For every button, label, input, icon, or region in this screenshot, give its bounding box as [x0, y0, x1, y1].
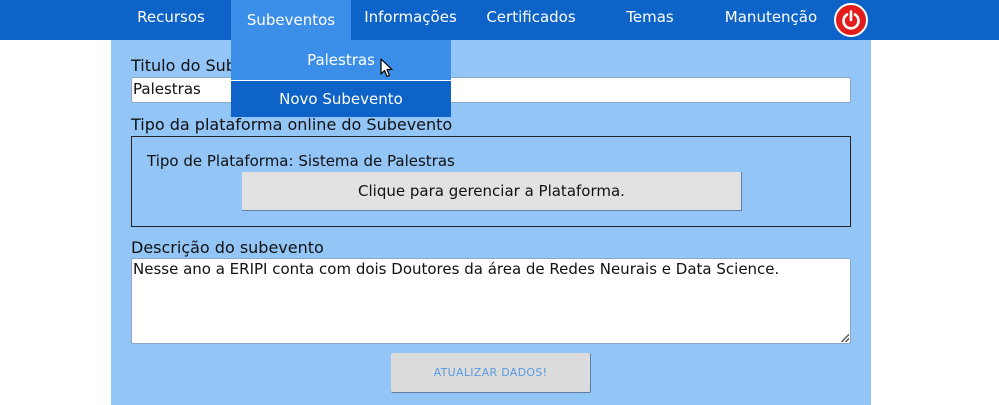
top-navigation-bar: Recursos Subeventos Informações Certific…: [0, 0, 999, 40]
dropdown-item-novo-subevento[interactable]: Novo Subevento: [231, 81, 451, 117]
power-icon: [842, 10, 860, 30]
manage-platform-button[interactable]: Clique para gerenciar a Plataforma.: [242, 172, 742, 211]
platform-label: Tipo da plataforma online do Subevento: [131, 115, 453, 134]
nav-item-temas[interactable]: Temas: [614, 0, 686, 34]
platform-box: Tipo de Plataforma: Sistema de Palestras…: [131, 136, 851, 227]
logout-button[interactable]: [834, 3, 868, 37]
subeventos-dropdown: Palestras Novo Subevento: [231, 40, 451, 117]
resize-grip-icon[interactable]: [841, 334, 849, 342]
mouse-cursor-icon: [380, 58, 393, 78]
nav-item-informacoes[interactable]: Informações: [358, 0, 463, 34]
dropdown-item-palestras[interactable]: Palestras: [231, 40, 451, 80]
nav-item-certificados[interactable]: Certificados: [476, 0, 586, 34]
platform-type-text: Tipo de Plataforma: Sistema de Palestras: [147, 152, 455, 170]
description-text: Nesse ano a ERIPI conta com dois Doutore…: [133, 260, 780, 278]
description-label: Descrição do subevento: [131, 238, 324, 257]
update-data-button[interactable]: ATUALIZAR DADOS!: [391, 353, 591, 393]
nav-item-subeventos[interactable]: Subeventos: [231, 0, 351, 40]
nav-item-recursos[interactable]: Recursos: [124, 0, 218, 34]
description-textarea[interactable]: Nesse ano a ERIPI conta com dois Doutore…: [131, 258, 851, 344]
nav-item-manutencao[interactable]: Manutenção: [712, 0, 830, 34]
subevent-form-panel: Titulo do Subevento Palestras Tipo da pl…: [111, 40, 871, 405]
